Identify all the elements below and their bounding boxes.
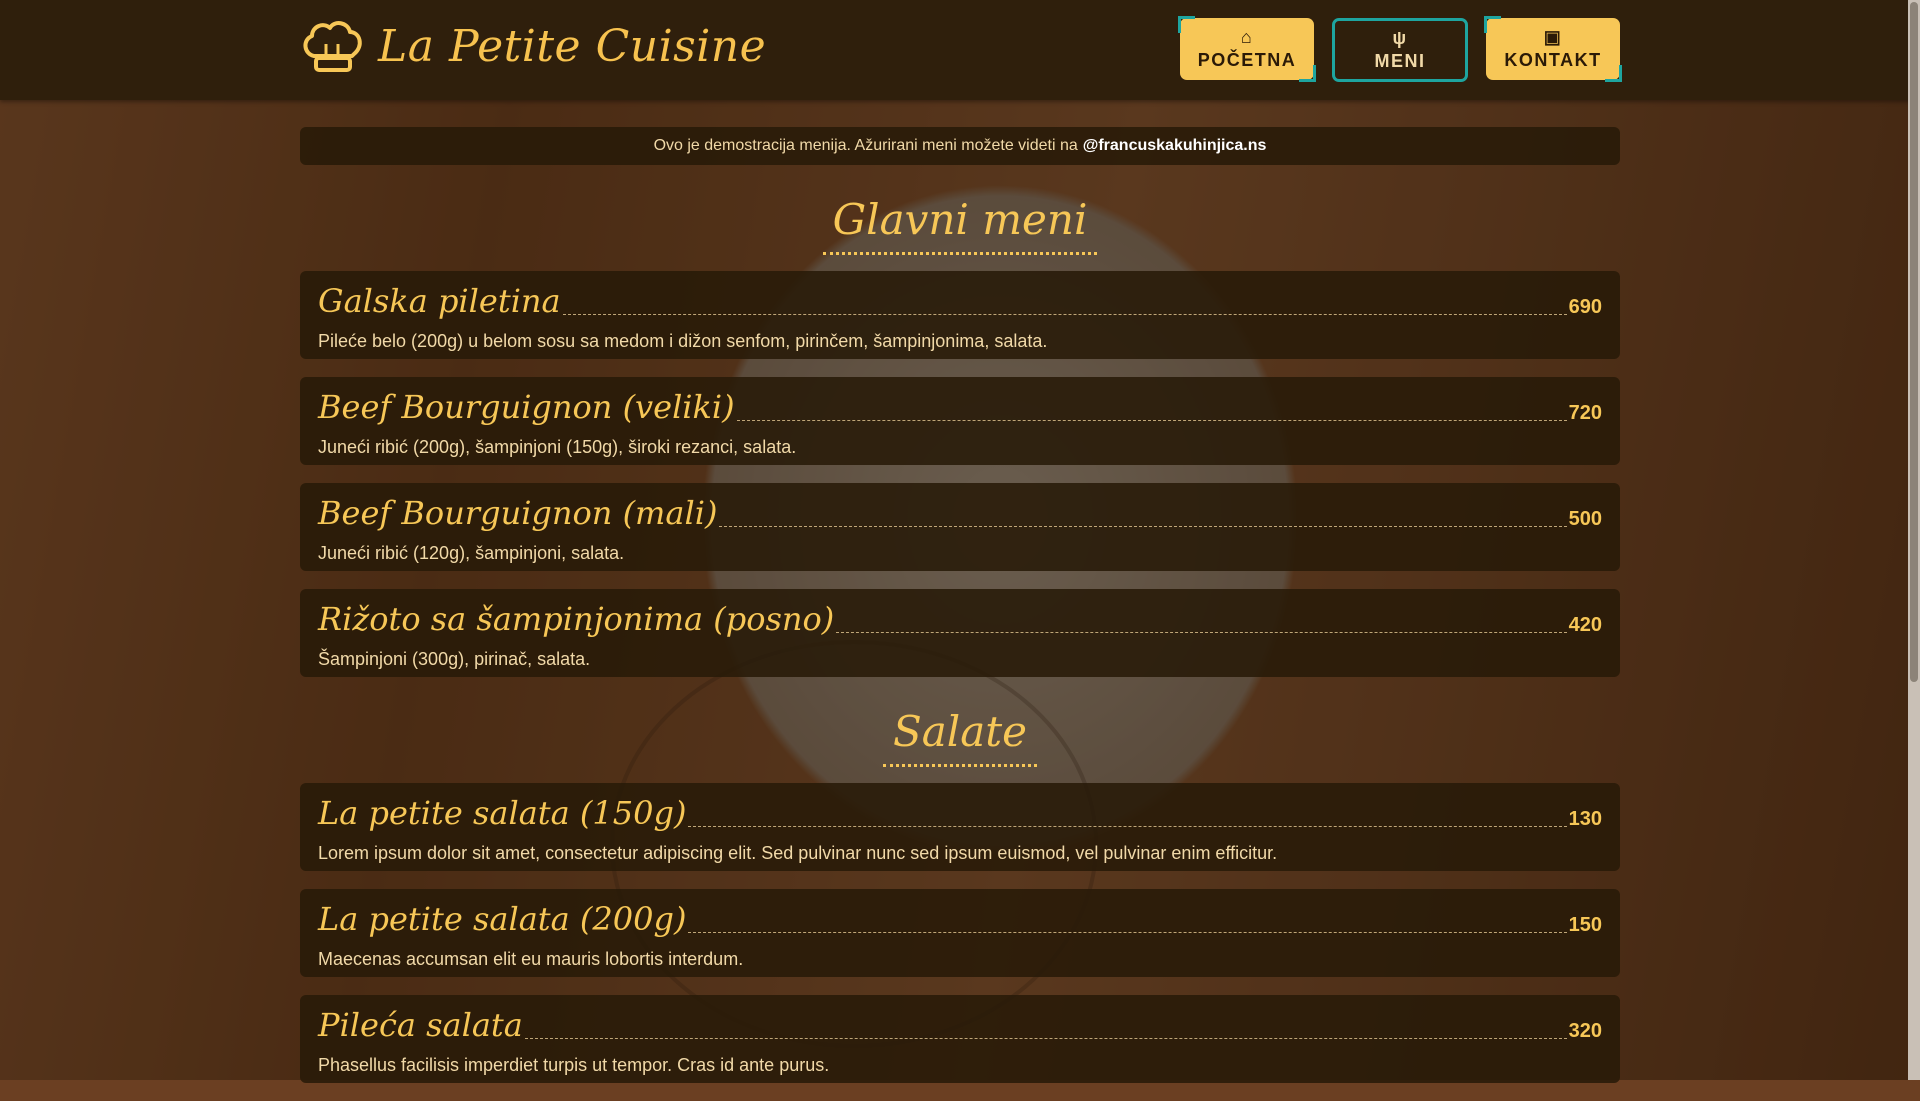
menu-item: Beef Bourguignon (mali) 500 Juneći ribić…: [300, 483, 1620, 571]
focus-corner: [1299, 65, 1316, 82]
section-title-salads: Salate: [300, 707, 1620, 767]
menu-item-price: 720: [1568, 402, 1602, 424]
fork-knife-icon: ψ: [1392, 27, 1408, 48]
menu-item: La petite salata (200g) 150 Maecenas acc…: [300, 889, 1620, 977]
menu-item-description: Juneći ribić (200g), šampinjoni (150g), …: [318, 437, 797, 457]
menu-item: Beef Bourguignon (veliki) 720 Juneći rib…: [300, 377, 1620, 465]
menu-item-name: Beef Bourguignon (veliki): [318, 388, 735, 426]
nav-home-button[interactable]: ⌂ POČETNA: [1178, 16, 1316, 82]
menu-item: Pileća salata 320 Phasellus facilisis im…: [300, 995, 1620, 1083]
menu-item-price: 320: [1568, 1020, 1602, 1042]
menu-item: La petite salata (150g) 130 Lorem ipsum …: [300, 783, 1620, 871]
focus-corner: [1178, 16, 1195, 33]
menu-item-name: Rižoto sa šampinjonima (posno): [318, 600, 835, 638]
menu-item-name: La petite salata (150g): [318, 794, 687, 832]
scrollbar-thumb[interactable]: [1910, 2, 1918, 682]
demo-notice: Ovo je demostracija menija. Ažurirani me…: [300, 127, 1620, 165]
brand[interactable]: La Petite Cuisine: [300, 18, 766, 74]
nav-home-label: POČETNA: [1197, 49, 1297, 70]
focus-corner: [1484, 16, 1501, 33]
menu-item-price: 690: [1568, 296, 1602, 318]
menu-item-name: La petite salata (200g): [318, 900, 687, 938]
menu-item-description: Phasellus facilisis imperdiet turpis ut …: [318, 1055, 830, 1075]
dotted-leader: [524, 1038, 1567, 1039]
focus-corner: [1605, 65, 1622, 82]
page-scrollbar[interactable]: [1908, 0, 1920, 1080]
menu-item: Galska piletina 690 Pileće belo (200g) u…: [300, 271, 1620, 359]
dotted-leader: [688, 932, 1567, 933]
nav-contact-label: KONTAKT: [1504, 49, 1602, 70]
menu-item-description: Šampinjoni (300g), pirinač, salata.: [318, 649, 591, 669]
contact-icon: ▣: [1543, 26, 1563, 47]
dotted-leader: [688, 826, 1567, 827]
main-nav: ⌂ POČETNA ψ MENI ▣ KONTAKT: [1178, 16, 1622, 82]
menu-item-description: Maecenas accumsan elit eu mauris loborti…: [318, 949, 744, 969]
dotted-leader: [836, 632, 1567, 633]
menu-item-name: Beef Bourguignon (mali): [318, 494, 718, 532]
instagram-handle-link[interactable]: @francuskakuhinjica.ns: [1083, 137, 1267, 155]
section-title-main: Glavni meni: [300, 195, 1620, 255]
nav-contact-button[interactable]: ▣ KONTAKT: [1484, 16, 1622, 82]
dotted-leader: [736, 420, 1567, 421]
menu-item-price: 150: [1568, 914, 1602, 936]
nav-menu-label: MENI: [1374, 50, 1426, 71]
notice-text: Ovo je demostracija menija. Ažurirani me…: [653, 137, 1078, 154]
menu-item-description: Lorem ipsum dolor sit amet, consectetur …: [318, 843, 1278, 863]
home-icon: ⌂: [1240, 26, 1254, 47]
menu-item-price: 130: [1568, 808, 1602, 830]
menu-item-name: Pileća salata: [318, 1006, 523, 1044]
menu-item: Rižoto sa šampinjonima (posno) 420 Šampi…: [300, 589, 1620, 677]
menu-content: Ovo je demostracija menija. Ažurirani me…: [300, 127, 1620, 1101]
menu-item-name: Galska piletina: [318, 282, 561, 320]
brand-name: La Petite Cuisine: [378, 20, 767, 72]
dotted-leader: [719, 526, 1567, 527]
menu-item-description: Pileće belo (200g) u belom sosu sa medom…: [318, 331, 1048, 351]
chef-hat-icon: [303, 21, 362, 72]
menu-item-price: 500: [1568, 508, 1602, 530]
menu-item-price: 420: [1568, 614, 1602, 636]
dotted-leader: [562, 314, 1567, 315]
menu-item-description: Juneći ribić (120g), šampinjoni, salata.: [318, 543, 625, 563]
site-header: La Petite Cuisine ⌂ POČETNA ψ MENI ▣ KON…: [0, 0, 1920, 100]
nav-menu-button[interactable]: ψ MENI: [1332, 18, 1468, 82]
